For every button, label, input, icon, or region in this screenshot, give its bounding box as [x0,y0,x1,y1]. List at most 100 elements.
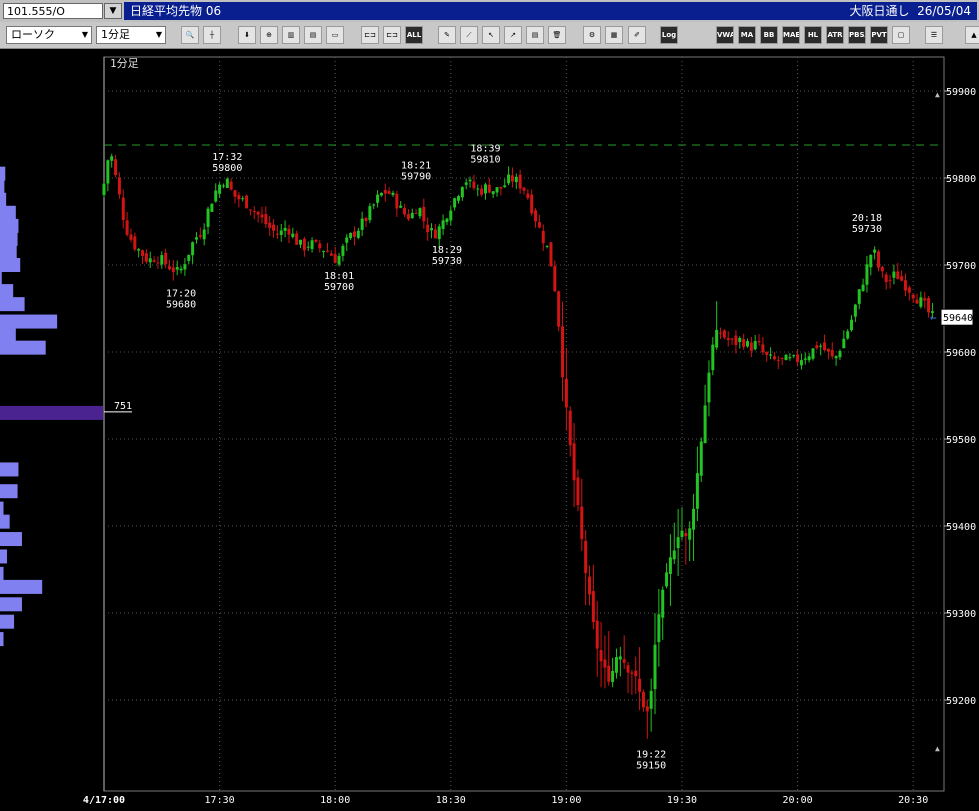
palette-icon[interactable]: ▦ [605,26,623,44]
window-button[interactable]: ▢ [892,26,910,44]
candle-body [379,192,383,196]
candle-body [553,265,557,292]
ma-button[interactable]: MA [738,26,756,44]
volume-profile-bar [0,549,8,564]
candle-body [133,236,137,250]
candle-body [137,249,141,251]
candle-body [742,338,746,347]
scroll-up-icon[interactable]: ▲ [965,26,979,44]
crosshair-icon[interactable]: ┼ [203,26,221,44]
candle-body [695,473,699,509]
candle-body [175,267,179,270]
candle-body [114,159,118,175]
current-price-label: 59640 [943,313,973,324]
atr-button[interactable]: ATR [826,26,844,44]
candle-body [198,235,202,237]
arrow-icon[interactable]: ↗ [504,26,522,44]
mae-button[interactable]: MAE [782,26,800,44]
pencil-icon[interactable]: ✎ [438,26,456,44]
candle-body [333,254,337,264]
note-icon[interactable]: ▤ [526,26,544,44]
volume-profile-bar [0,271,2,286]
chevron-down-icon[interactable]: ▼ [104,3,122,19]
candle-body [141,250,145,256]
annotation-price: 59730 [852,224,882,235]
zoom-icon[interactable]: 🔍 [181,26,199,44]
bb-button[interactable]: BB [760,26,778,44]
candle-body [653,644,657,690]
instrument-title: 日経平均先物 06 [130,4,222,18]
candle-body [915,299,919,304]
candle-body [422,206,426,222]
volume-profile-bar [0,597,22,612]
line-tool-icon[interactable]: ⟋ [460,26,478,44]
annotation-price: 59700 [324,282,354,293]
list-icon[interactable]: ☰ [925,26,943,44]
pvt-button[interactable]: PVT [870,26,888,44]
annotation-time: 20:18 [852,213,882,224]
candle-body [903,280,907,291]
candle-body [117,177,121,195]
candle-body [680,530,684,537]
candle-body [730,338,734,340]
brush-icon[interactable]: ✐ [628,26,646,44]
pbsa-button[interactable]: PBSA [848,26,866,44]
candlestick-chart[interactable]: 59900 59800 59700 59600 59500 59400 59300 59200… [0,49,979,807]
candle-body [823,342,827,351]
candle-body [769,354,773,356]
candle-body [476,188,480,190]
candle-body [545,245,549,247]
magnifier-icon[interactable]: ⊕ [260,26,278,44]
annotation-time: 19:22 [636,750,666,761]
candle-body [765,352,769,355]
vwap-button[interactable]: VWAP [716,26,734,44]
annotation-time: 18:29 [432,245,462,256]
hl-button[interactable]: HL [804,26,822,44]
candle-body [121,197,125,221]
log-icon[interactable]: Log [660,26,678,44]
candle-body [638,678,642,692]
candle-body [811,348,815,359]
candle-body [387,191,391,194]
candle-body [896,271,900,280]
candle-body [356,230,360,238]
candle-body [445,218,449,223]
volume-profile-bar [0,632,4,647]
candle-body [830,350,834,357]
candle-body [426,224,430,233]
download-icon[interactable]: ⬇ [238,26,256,44]
candle-body [595,620,599,649]
candle-body [850,319,854,331]
annotation-price: 59800 [212,163,242,174]
candle-body [780,357,784,359]
candle-body [657,614,661,643]
trash-icon[interactable]: 🗑 [548,26,566,44]
volume-profile-bar [0,244,17,259]
candle-body [738,337,742,342]
x-tick-label: 17:30 [205,795,235,806]
chart-area[interactable]: 59900 59800 59700 59600 59500 59400 59300 59200… [0,49,979,807]
all-icon[interactable]: ALL [405,26,423,44]
candle-body [634,670,638,677]
candle-body [372,204,376,206]
candle-body [129,234,133,240]
candle-body [156,262,160,264]
disabled-icon[interactable]: ▭ [326,26,344,44]
candle-body [179,268,183,271]
symbol-input[interactable]: 101.555/O [3,3,103,19]
candle-select-icon[interactable]: ⊏⊐ [383,26,401,44]
candle-body [614,657,618,673]
bar-chart-red-icon[interactable]: ▤ [304,26,322,44]
candle-body [337,255,341,265]
volume-profile-bar [0,297,25,312]
current-price-arrow-icon: ⇐ [930,311,937,324]
cursor-icon[interactable]: ↖ [482,26,500,44]
candle-body [306,246,310,248]
bar-chart-icon[interactable]: ▥ [282,26,300,44]
candle-body [191,242,195,256]
interval-select[interactable]: 1分足 ▼ [96,26,166,44]
chart-type-select[interactable]: ローソク ▼ [6,26,92,44]
settings-icon[interactable]: ⚙ [583,26,601,44]
candle-body [699,441,703,476]
candle-compare-icon[interactable]: ⊏⊐ [361,26,379,44]
